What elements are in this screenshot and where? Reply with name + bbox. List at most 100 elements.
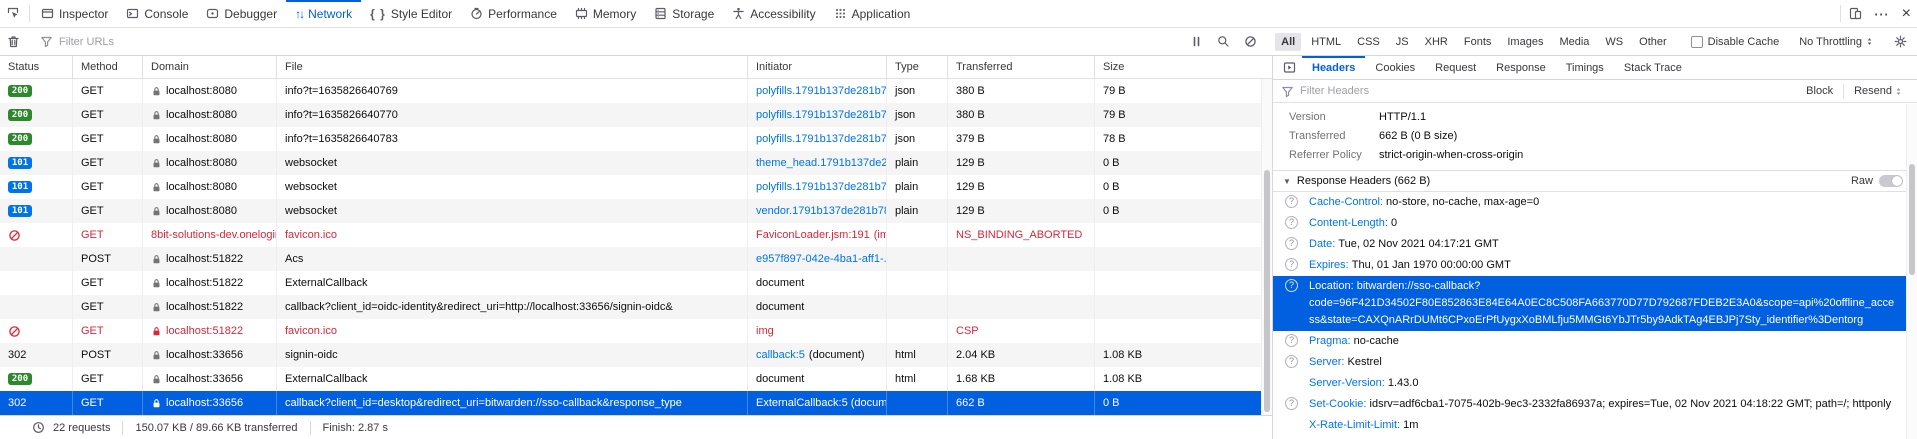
- table-row[interactable]: 302POSTlocalhost:33656signin-oidccallbac…: [0, 343, 1272, 367]
- table-row[interactable]: GET8bit-solutions-dev.onelogin....favico…: [0, 223, 1272, 247]
- responsive-design-button[interactable]: [1843, 0, 1868, 27]
- lock-icon: [151, 278, 162, 289]
- raw-toggle[interactable]: [1879, 175, 1903, 187]
- details-tab-request[interactable]: Request: [1425, 56, 1486, 79]
- help-icon[interactable]: ?: [1285, 397, 1298, 410]
- initiator-link[interactable]: polyfills.1791b137de281b787...: [756, 109, 887, 121]
- help-icon[interactable]: ?: [1285, 258, 1298, 271]
- header-item-expires[interactable]: ?Expires: Thu, 01 Jan 1970 00:00:00 GMT: [1273, 255, 1917, 276]
- filter-pill-all[interactable]: All: [1275, 33, 1301, 51]
- disable-cache-checkbox[interactable]: Disable Cache: [1684, 36, 1787, 48]
- performance-analysis-icon[interactable]: [32, 421, 45, 434]
- tab-console[interactable]: Console: [117, 0, 197, 27]
- table-row[interactable]: 200GETlocalhost:8080info?t=1635826640783…: [0, 127, 1272, 151]
- filter-urls-input[interactable]: Filter URLs: [32, 35, 122, 48]
- table-row[interactable]: GETlocalhost:51822ExternalCallbackdocume…: [0, 271, 1272, 295]
- details-tab-cookies[interactable]: Cookies: [1365, 56, 1425, 79]
- tab-performance[interactable]: Performance: [461, 0, 566, 27]
- column-header-initiator[interactable]: Initiator: [748, 56, 887, 78]
- help-icon[interactable]: ?: [1285, 334, 1298, 347]
- filter-pill-fonts[interactable]: Fonts: [1458, 33, 1498, 51]
- block-url-button[interactable]: Block: [1800, 83, 1839, 99]
- header-item-cache-control[interactable]: ?Cache-Control: no-store, no-cache, max-…: [1273, 192, 1917, 213]
- help-icon[interactable]: ?: [1285, 355, 1298, 368]
- filter-pill-js[interactable]: JS: [1390, 33, 1415, 51]
- table-row[interactable]: 101GETlocalhost:8080websocketvendor.1791…: [0, 199, 1272, 223]
- table-row[interactable]: 101GETlocalhost:8080websocketpolyfills.1…: [0, 175, 1272, 199]
- initiator-link[interactable]: vendor.1791b137de281b787...: [756, 205, 887, 217]
- filter-pill-other[interactable]: Other: [1633, 33, 1673, 51]
- tab-debugger[interactable]: Debugger: [197, 0, 286, 27]
- details-tab-response[interactable]: Response: [1486, 56, 1556, 79]
- table-row[interactable]: 302GETlocalhost:33656callback?client_id=…: [0, 391, 1272, 415]
- filter-headers-input[interactable]: Filter Headers: [1300, 85, 1800, 97]
- details-tab-stack-trace[interactable]: Stack Trace: [1614, 56, 1692, 79]
- tab-style-editor[interactable]: { }Style Editor: [361, 0, 461, 27]
- pause-recording-button[interactable]: [1183, 35, 1210, 48]
- node-picker-button[interactable]: [0, 0, 27, 27]
- column-header-method[interactable]: Method: [73, 56, 143, 78]
- initiator-link[interactable]: polyfills.1791b137de281b787...: [756, 181, 887, 193]
- tab-memory[interactable]: Memory: [566, 0, 645, 27]
- table-row[interactable]: 200GETlocalhost:33656ExternalCallbackdoc…: [0, 367, 1272, 391]
- help-icon[interactable]: ?: [1285, 195, 1298, 208]
- column-header-size[interactable]: Size: [1095, 56, 1272, 78]
- help-icon[interactable]: ?: [1285, 279, 1298, 292]
- column-header-type[interactable]: Type: [887, 56, 948, 78]
- search-button[interactable]: [1210, 35, 1237, 48]
- help-icon[interactable]: ?: [1285, 216, 1298, 229]
- header-item-server[interactable]: ?Server: Kestrel: [1273, 352, 1917, 373]
- initiator-link[interactable]: polyfills.1791b137de281b787...: [756, 85, 887, 97]
- scrollbar-thumb[interactable]: [1264, 170, 1270, 412]
- details-tab-headers[interactable]: Headers: [1302, 56, 1365, 79]
- tab-storage[interactable]: Storage: [645, 0, 723, 27]
- header-item-content-length[interactable]: ?Content-Length: 0: [1273, 213, 1917, 234]
- request-blocking-button[interactable]: [1237, 35, 1264, 48]
- table-row[interactable]: GETlocalhost:51822favicon.icoimgCSP: [0, 319, 1272, 343]
- table-row[interactable]: 200GETlocalhost:8080info?t=1635826640770…: [0, 103, 1272, 127]
- table-row[interactable]: POSTlocalhost:51822Acse957f897-042e-4ba1…: [0, 247, 1272, 271]
- column-header-transferred[interactable]: Transferred: [948, 56, 1095, 78]
- header-item-date[interactable]: ?Date: Tue, 02 Nov 2021 04:17:21 GMT: [1273, 234, 1917, 255]
- initiator-link[interactable]: e957f897-042e-4ba1-aff1-...: [756, 253, 887, 265]
- tab-application[interactable]: Application: [825, 0, 920, 27]
- header-item-pragma[interactable]: ?Pragma: no-cache: [1273, 331, 1917, 352]
- resend-button[interactable]: Resend: [1848, 83, 1909, 99]
- initiator-link[interactable]: polyfills.1791b137de281b787...: [756, 133, 887, 145]
- column-header-status[interactable]: Status: [0, 56, 73, 78]
- toolbox-menu-button[interactable]: ⋯: [1868, 0, 1896, 27]
- details-tab-timings[interactable]: Timings: [1556, 56, 1614, 79]
- header-item-location[interactable]: ?Location: bitwarden://sso-callback?code…: [1273, 276, 1917, 331]
- response-headers-section[interactable]: ▼ Response Headers (662 B) Raw: [1273, 170, 1917, 192]
- details-scrollbar[interactable]: [1906, 104, 1917, 439]
- details-panel-toggle-button[interactable]: [1273, 56, 1302, 79]
- table-row[interactable]: 101GETlocalhost:8080websockettheme_head.…: [0, 151, 1272, 175]
- help-icon[interactable]: ?: [1285, 237, 1298, 250]
- header-item-set-cookie[interactable]: ?Set-Cookie: idsrv=adf6cba1-7075-402b-9e…: [1273, 394, 1917, 415]
- initiator-link[interactable]: FaviconLoader.jsm:191: [756, 229, 870, 241]
- filter-pill-css[interactable]: CSS: [1351, 33, 1386, 51]
- close-devtools-button[interactable]: ×: [1896, 0, 1917, 27]
- scrollbar-thumb[interactable]: [1909, 164, 1915, 275]
- column-header-domain[interactable]: Domain: [143, 56, 277, 78]
- header-item-server-version[interactable]: Server-Version: 1.43.0: [1273, 373, 1917, 394]
- tab-network[interactable]: ↑↓Network: [286, 0, 361, 27]
- request-list-scrollbar[interactable]: [1261, 79, 1272, 415]
- table-row[interactable]: GETlocalhost:51822callback?client_id=oid…: [0, 295, 1272, 319]
- initiator-link[interactable]: theme_head.1791b137de281...: [756, 157, 887, 169]
- filter-pill-media[interactable]: Media: [1553, 33, 1595, 51]
- filter-pill-html[interactable]: HTML: [1305, 33, 1347, 51]
- column-header-file[interactable]: File: [277, 56, 748, 78]
- header-item-x-rate-limit-limit[interactable]: X-Rate-Limit-Limit: 1m: [1273, 415, 1917, 436]
- throttling-dropdown[interactable]: No Throttling: [1791, 36, 1882, 48]
- initiator-link[interactable]: callback:5: [756, 349, 805, 361]
- clear-requests-button[interactable]: [0, 35, 27, 48]
- tab-inspector[interactable]: Inspector: [32, 0, 117, 27]
- tab-accessibility[interactable]: Accessibility: [723, 0, 824, 27]
- filter-pill-xhr[interactable]: XHR: [1419, 33, 1454, 51]
- table-row[interactable]: 200GETlocalhost:8080info?t=1635826640769…: [0, 79, 1272, 103]
- filter-pill-images[interactable]: Images: [1501, 33, 1549, 51]
- filter-pill-ws[interactable]: WS: [1599, 33, 1629, 51]
- network-settings-button[interactable]: [1887, 35, 1917, 48]
- checkbox-icon: [1691, 36, 1703, 48]
